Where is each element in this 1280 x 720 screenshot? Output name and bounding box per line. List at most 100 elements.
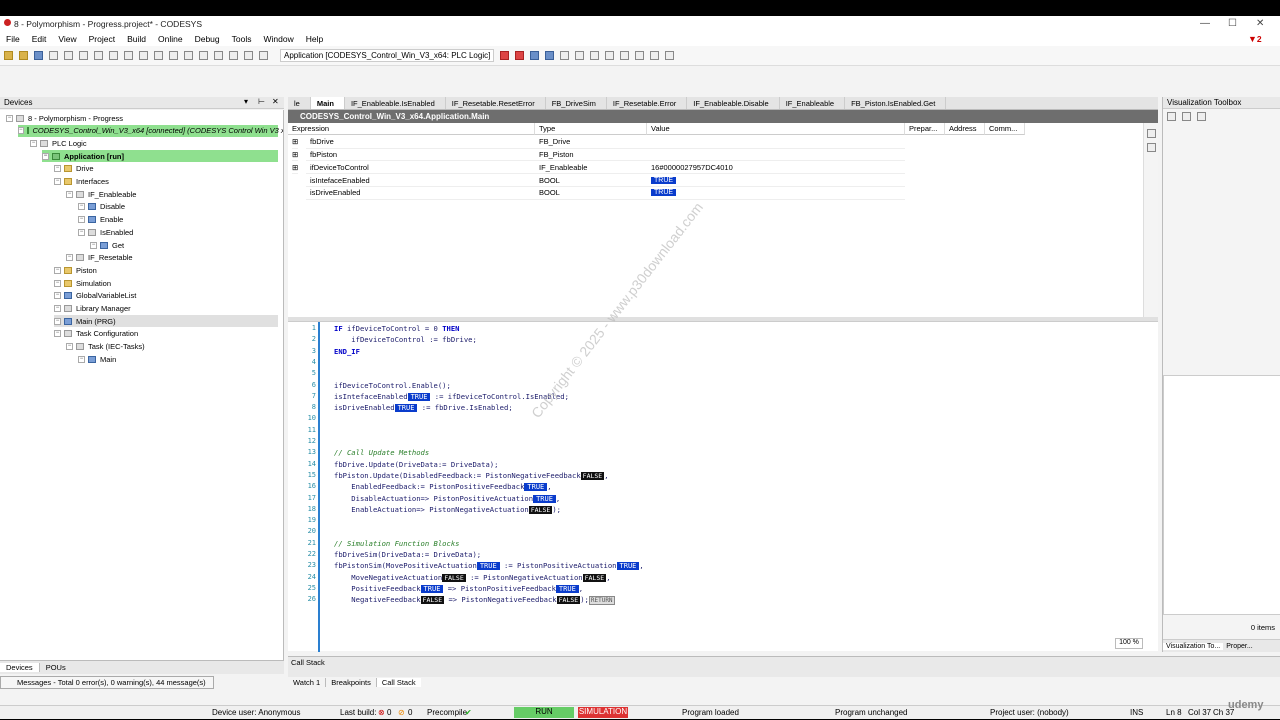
tab-vis-toolbox[interactable]: Visualization To... bbox=[1163, 642, 1224, 650]
watch-expand-icon[interactable]: ⊞ bbox=[292, 136, 299, 149]
code-line[interactable]: END_IF bbox=[334, 347, 360, 356]
tree-node[interactable]: − IF_Resetable bbox=[66, 252, 133, 264]
tree-node[interactable]: − IF_Enableable bbox=[66, 188, 136, 200]
tab-fb-piston-isenabled-get[interactable]: FB_Piston.IsEnabled.Get bbox=[845, 97, 947, 109]
tab-if-resetable-error[interactable]: IF_Resetable.Error bbox=[607, 97, 688, 109]
menu-online[interactable]: Online bbox=[158, 34, 183, 44]
tree-node[interactable]: − Task (IEC-Tasks) bbox=[66, 341, 145, 353]
code-line[interactable]: fbDrive.Update(DriveData:= DriveData); bbox=[334, 460, 498, 469]
watch-expand-icon[interactable]: ⊞ bbox=[292, 149, 299, 162]
tree-node[interactable]: − Disable bbox=[78, 201, 125, 213]
build-icon[interactable] bbox=[199, 51, 208, 60]
panel-dropdown-icon[interactable]: ▾ bbox=[244, 97, 248, 106]
active-application-select[interactable]: Application [CODESYS_Control_Win_V3_x64:… bbox=[280, 49, 495, 62]
tree-node[interactable]: − Get bbox=[90, 239, 124, 251]
tab-if-resetable-reseterror[interactable]: IF_Resetable.ResetError bbox=[446, 97, 546, 109]
expand-toggle-icon[interactable]: − bbox=[66, 343, 73, 351]
col-prepared[interactable]: Prepar... bbox=[905, 123, 945, 135]
print-icon[interactable] bbox=[49, 51, 58, 60]
unforce-icon[interactable] bbox=[665, 51, 675, 60]
tree-node[interactable]: − 8 - Polymorphism - Progress bbox=[6, 112, 123, 124]
write-values-icon[interactable] bbox=[650, 51, 660, 60]
tree-node[interactable]: − Main bbox=[78, 353, 116, 365]
tree-node[interactable]: − Interfaces bbox=[54, 176, 109, 188]
expand-toggle-icon[interactable]: − bbox=[18, 127, 24, 135]
code-line[interactable]: ifDeviceToControl.Enable(); bbox=[334, 381, 451, 390]
code-line[interactable]: DisableActuation=> PistonPositiveActuati… bbox=[334, 494, 560, 503]
col-value[interactable]: Value bbox=[647, 123, 905, 135]
minimize-button[interactable]: — bbox=[1200, 18, 1210, 29]
tab-watch-1[interactable]: Watch 1 bbox=[288, 678, 327, 687]
step-into-icon[interactable] bbox=[605, 51, 615, 60]
vis-tool-1-icon[interactable] bbox=[1167, 111, 1176, 121]
tree-node[interactable]: − Library Manager bbox=[54, 303, 131, 315]
expand-toggle-icon[interactable]: − bbox=[66, 254, 73, 262]
code-line[interactable]: EnableActuation=> PistonNegativeActuatio… bbox=[334, 505, 561, 514]
tree-node[interactable]: − Application [run] bbox=[42, 150, 278, 163]
code-line[interactable]: ifDeviceToControl := fbDrive; bbox=[334, 335, 477, 344]
messages-bar[interactable]: Messages - Total 0 error(s), 0 warning(s… bbox=[0, 676, 214, 689]
expand-toggle-icon[interactable]: − bbox=[54, 266, 61, 274]
tab-pous[interactable]: POUs bbox=[40, 663, 72, 672]
menu-view[interactable]: View bbox=[58, 34, 76, 44]
menu-window[interactable]: Window bbox=[264, 34, 294, 44]
logout-icon[interactable] bbox=[515, 51, 525, 60]
tab-if-enableable[interactable]: IF_Enableable bbox=[780, 97, 846, 109]
breakpoint-icon[interactable] bbox=[575, 51, 585, 60]
expand-toggle-icon[interactable]: − bbox=[30, 139, 37, 147]
expand-toggle-icon[interactable]: − bbox=[6, 114, 13, 122]
close-button[interactable]: ✕ bbox=[1256, 18, 1264, 29]
step-over-icon[interactable] bbox=[590, 51, 600, 60]
redo-icon[interactable] bbox=[79, 51, 88, 60]
tab-overflow[interactable]: le bbox=[288, 97, 311, 109]
expand-toggle-icon[interactable]: − bbox=[54, 292, 61, 300]
menu-edit[interactable]: Edit bbox=[32, 34, 47, 44]
menu-file[interactable]: File bbox=[6, 34, 20, 44]
code-line[interactable]: IF ifDeviceToControl = 0 THEN bbox=[334, 324, 460, 333]
tree-node[interactable]: − Enable bbox=[78, 214, 123, 226]
expand-toggle-icon[interactable]: − bbox=[78, 355, 85, 363]
expand-toggle-icon[interactable]: − bbox=[54, 178, 61, 185]
bookmark-icon[interactable] bbox=[184, 51, 193, 60]
code-line[interactable]: fbPiston.Update(DisabledFeedback:= Pisto… bbox=[334, 471, 609, 480]
settings-icon[interactable] bbox=[259, 51, 268, 60]
login-icon[interactable] bbox=[500, 51, 510, 60]
maximize-button[interactable]: ☐ bbox=[1228, 18, 1237, 29]
save-icon[interactable] bbox=[34, 51, 43, 60]
tree-node[interactable]: − CODESYS_Control_Win_V3_x64 [connected] … bbox=[18, 124, 283, 137]
vis-tool-3-icon[interactable] bbox=[1197, 111, 1206, 121]
tab-fb-drivesim[interactable]: FB_DriveSim bbox=[546, 97, 607, 109]
code-line[interactable]: // Simulation Function Blocks bbox=[334, 539, 460, 548]
code-line[interactable]: // Call Update Methods bbox=[334, 448, 429, 457]
cut-icon[interactable] bbox=[94, 51, 103, 60]
code-line[interactable]: EnabledFeedback:= PistonPositiveFeedback… bbox=[334, 482, 552, 492]
expand-toggle-icon[interactable]: − bbox=[66, 190, 73, 198]
tree-node[interactable]: − PLC Logic bbox=[30, 137, 87, 149]
panel-pin-icon[interactable]: ⊢ bbox=[258, 97, 265, 106]
tab-call-stack[interactable]: Call Stack bbox=[376, 678, 421, 687]
menu-debug[interactable]: Debug bbox=[195, 34, 220, 44]
delete-icon[interactable] bbox=[139, 51, 148, 60]
reset-icon[interactable] bbox=[560, 51, 570, 60]
tab-breakpoints[interactable]: Breakpoints bbox=[326, 678, 377, 687]
tree-node[interactable]: − GlobalVariableList bbox=[54, 290, 136, 302]
tree-node[interactable]: − Task Configuration bbox=[54, 328, 138, 340]
start-icon[interactable] bbox=[530, 51, 540, 60]
vis-tool-2-icon[interactable] bbox=[1182, 111, 1191, 121]
panel-close-icon[interactable]: ✕ bbox=[272, 97, 279, 106]
tab-properties[interactable]: Proper... bbox=[1223, 643, 1255, 650]
expand-toggle-icon[interactable]: − bbox=[54, 330, 61, 338]
clean-icon[interactable] bbox=[229, 51, 238, 60]
col-type[interactable]: Type bbox=[535, 123, 647, 135]
watch-expand-icon[interactable]: ⊞ bbox=[292, 162, 299, 175]
code-editor[interactable]: 1 IF ifDeviceToControl = 0 THEN 2 ifDevice… bbox=[288, 321, 1158, 652]
menu-help[interactable]: Help bbox=[306, 34, 323, 44]
code-line[interactable]: isIntefaceEnabled TRUE := ifDeviceToContr… bbox=[334, 392, 569, 401]
copy-icon[interactable] bbox=[109, 51, 118, 60]
col-comment[interactable]: Comm... bbox=[985, 123, 1025, 135]
code-line[interactable]: fbDriveSim(DriveData:= DriveData); bbox=[334, 550, 481, 559]
expand-toggle-icon[interactable]: − bbox=[42, 152, 49, 160]
tree-node[interactable]: − Drive bbox=[54, 163, 94, 175]
tab-devices[interactable]: Devices bbox=[0, 663, 40, 672]
step-out-icon[interactable] bbox=[620, 51, 630, 60]
